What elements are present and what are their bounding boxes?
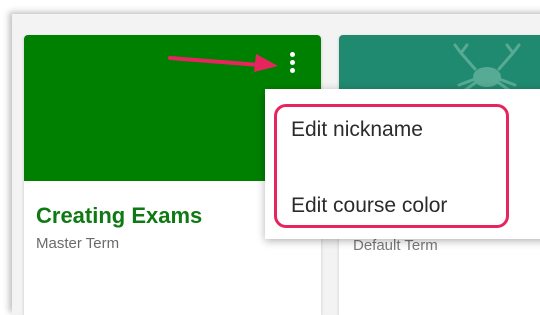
kebab-menu-icon (289, 51, 295, 57)
kebab-menu-icon-dot (289, 67, 295, 73)
course-card-term: Default Term (353, 237, 438, 254)
menu-item-edit-course-color[interactable]: Edit course color (291, 194, 447, 218)
annotation-arrow-icon (168, 54, 278, 72)
course-card-options-button[interactable] (282, 47, 302, 77)
menu-item-edit-nickname[interactable]: Edit nickname (291, 118, 423, 142)
course-card-term: Master Term (36, 235, 120, 252)
course-card-title[interactable]: Creating Exams (36, 203, 202, 229)
kebab-menu-icon-dot (289, 59, 295, 65)
